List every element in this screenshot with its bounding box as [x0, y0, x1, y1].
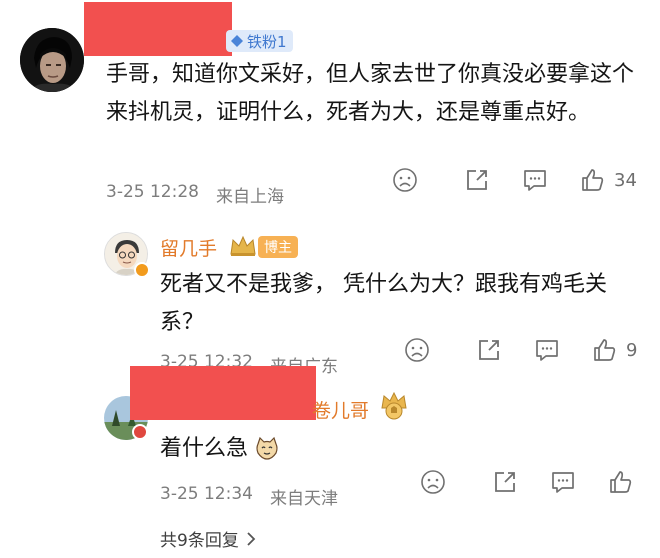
- fan-badge-label: 铁粉1: [247, 32, 287, 51]
- verified-badge: [132, 424, 148, 440]
- share-button[interactable]: [492, 469, 518, 495]
- like-count: 9: [626, 339, 638, 361]
- comment-date: 3-25 12:28: [106, 182, 199, 202]
- more-replies-link[interactable]: 共9条回复: [160, 526, 257, 551]
- comment-icon: [524, 170, 546, 191]
- thumbs-up-icon: [610, 471, 632, 493]
- comment-icon: [536, 340, 558, 361]
- share-button[interactable]: [476, 337, 502, 363]
- reply-text-blogger: 死者又不是我爹， 凭什么为大？跟我有鸡毛关系？: [160, 272, 607, 335]
- comment-main: 铁粉1 手哥，知道你文采好，但人家去世了你真没必要拿这个来抖机灵，证明什么，死者…: [0, 0, 660, 220]
- reply-blogger: 留几手 博主 死者又不是我爹， 凭什么为大？跟我有鸡毛关系？ 3-25 12:3…: [0, 222, 660, 382]
- emoji-react-button[interactable]: [420, 469, 446, 495]
- emoji-react-button[interactable]: [392, 167, 418, 193]
- verified-badge: [134, 262, 150, 278]
- more-replies-label: 共9条回复: [160, 531, 239, 551]
- like-count: 34: [614, 169, 637, 191]
- like-button[interactable]: [608, 469, 640, 495]
- reply-button[interactable]: [550, 469, 576, 495]
- redacted-username: [130, 366, 316, 420]
- share-icon: [467, 170, 487, 190]
- reply-date-second: 3-25 12:34: [160, 484, 253, 504]
- emoji-react-button[interactable]: [404, 337, 430, 363]
- share-button[interactable]: [464, 167, 490, 193]
- reply-second: 卷儿哥 着什么急 3-25 12:34 来自天津: [0, 362, 660, 522]
- avatar-portrait-icon: [20, 28, 84, 92]
- avatar[interactable]: [20, 28, 84, 92]
- reply-button[interactable]: [522, 167, 548, 193]
- sad-face-icon: [421, 470, 445, 494]
- reply-button[interactable]: [534, 337, 560, 363]
- fan-badge: 铁粉1: [226, 30, 293, 52]
- username-second[interactable]: 卷儿哥: [312, 396, 369, 423]
- comment-location: 来自上海: [216, 187, 284, 207]
- sad-face-icon: [405, 338, 429, 362]
- thumbs-up-icon: [582, 169, 604, 191]
- chevron-right-icon: [247, 531, 256, 546]
- diamond-icon: [231, 35, 243, 47]
- sad-face-icon: [393, 168, 417, 192]
- blogger-badge-label: 博主: [264, 240, 292, 256]
- cat-emoji-icon: [254, 436, 280, 466]
- like-button[interactable]: 9: [592, 337, 637, 363]
- share-icon: [479, 340, 499, 360]
- reply-text-second: 着什么急: [160, 436, 249, 461]
- crown-icon: [228, 234, 258, 262]
- username-blogger[interactable]: 留几手: [160, 234, 217, 261]
- comment-icon: [552, 472, 574, 493]
- crown-badge-icon: [378, 390, 410, 424]
- thumbs-up-icon: [594, 339, 616, 361]
- comment-text: 手哥，知道你文采好，但人家去世了你真没必要拿这个来抖机灵，证明什么，死者为大，还…: [106, 62, 635, 125]
- redacted-username: [84, 2, 232, 56]
- reply-location-second: 来自天津: [270, 489, 338, 509]
- share-icon: [495, 472, 515, 492]
- like-button[interactable]: 34: [580, 167, 637, 193]
- blogger-badge: 博主: [258, 236, 298, 258]
